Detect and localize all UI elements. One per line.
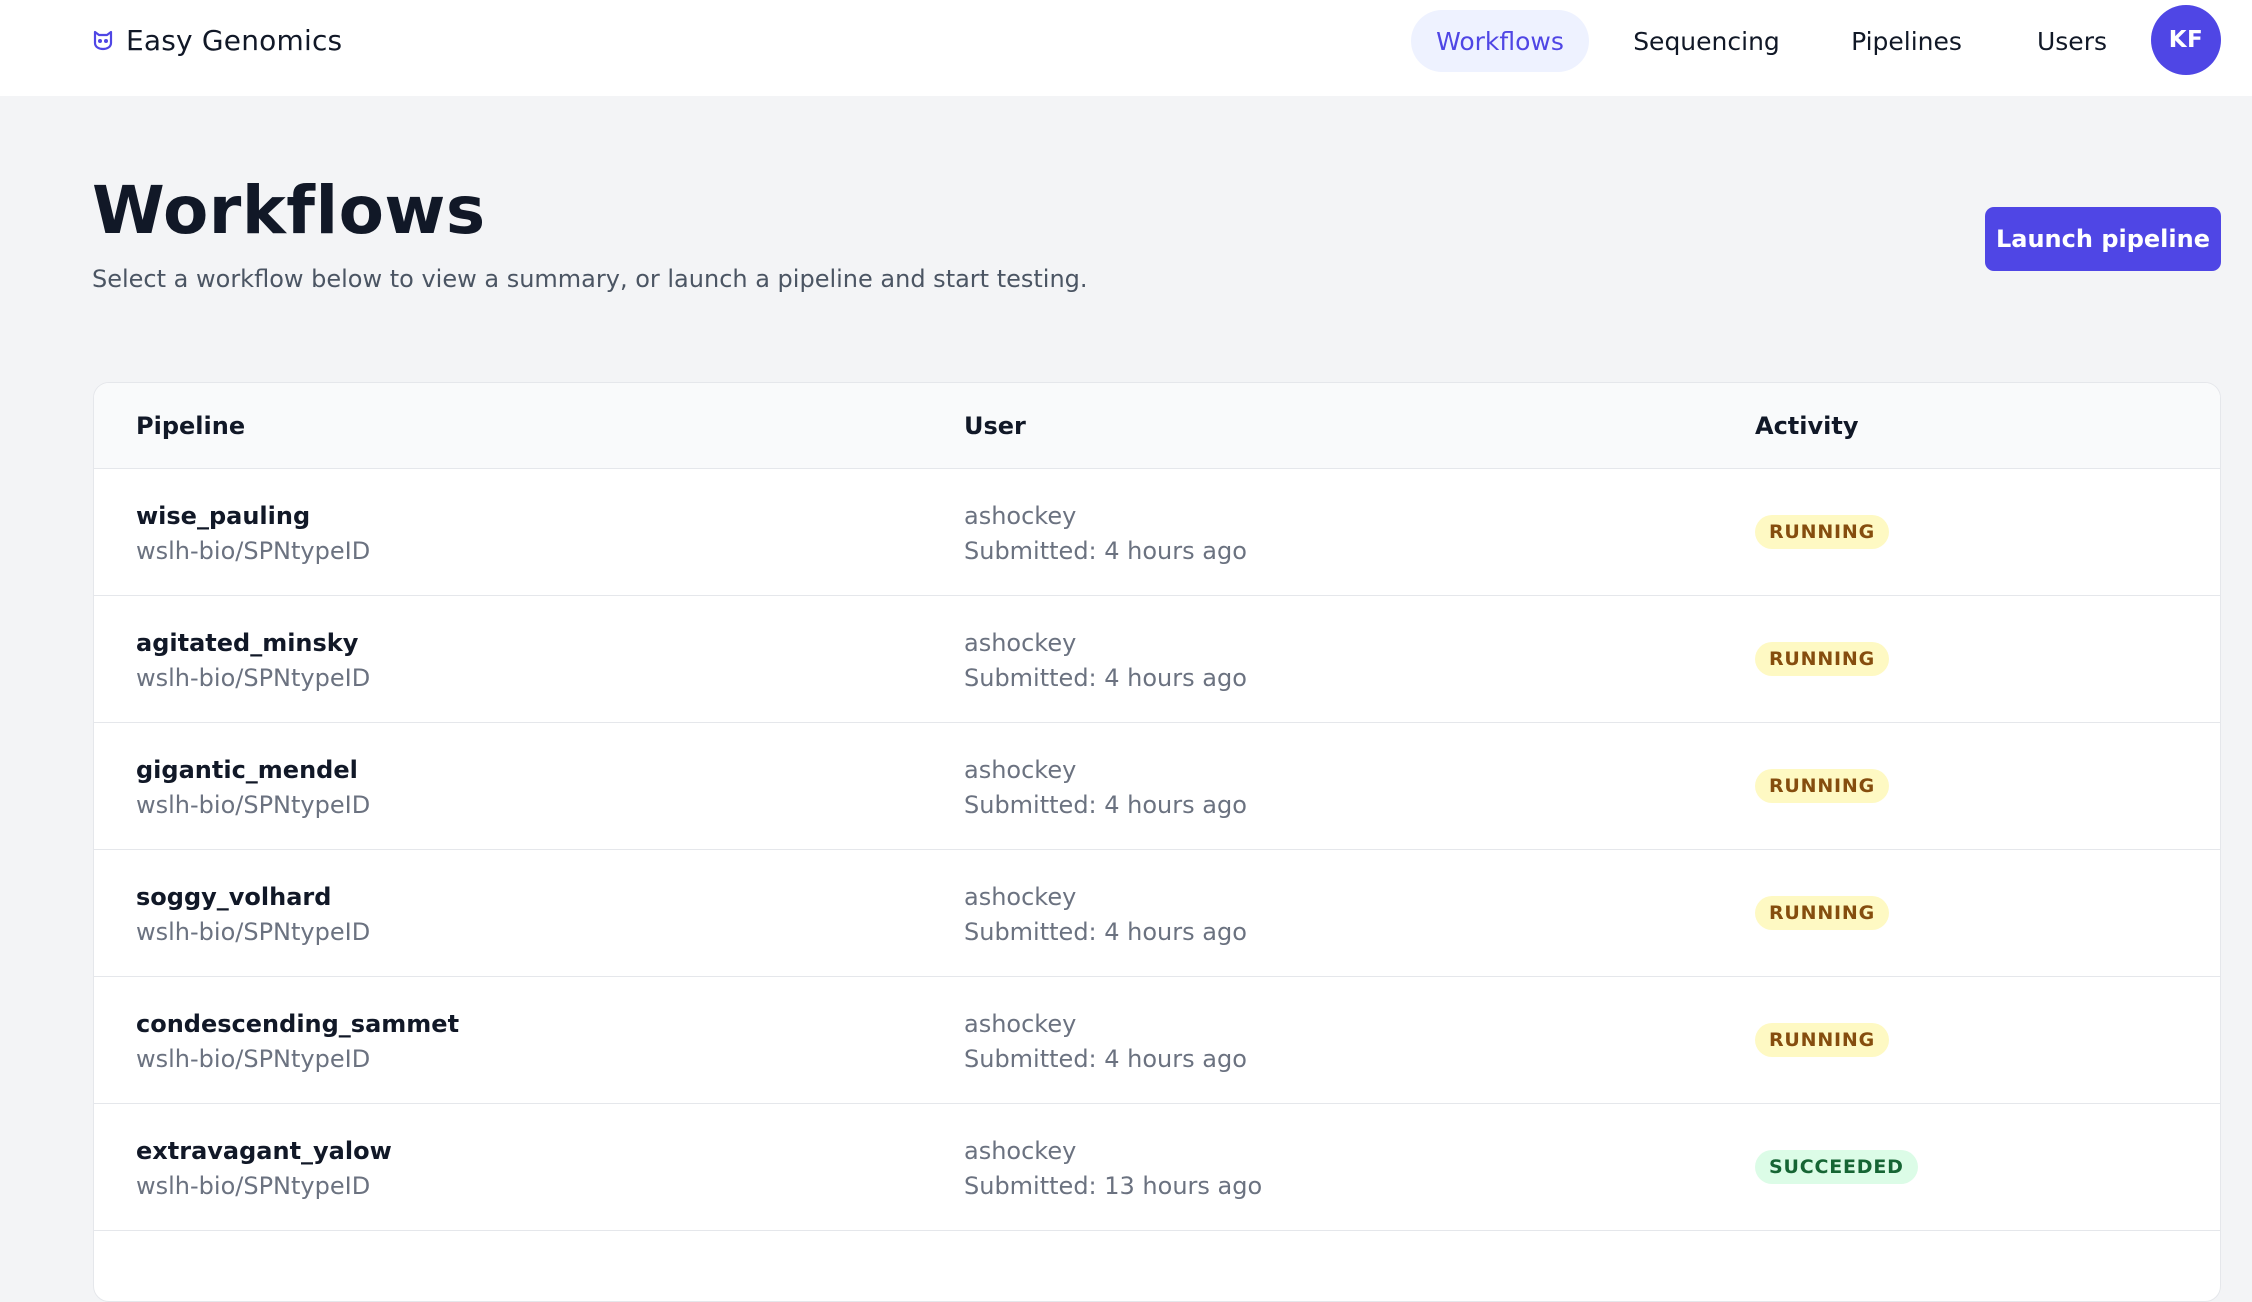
table-row[interactable]: condescending_sammet wslh-bio/SPNtypeID …	[94, 977, 2220, 1104]
pipeline-cell: wise_pauling wslh-bio/SPNtypeID	[136, 499, 370, 569]
activity-cell: RUNNING	[1755, 769, 1890, 803]
pipeline-name: wslh-bio/SPNtypeID	[136, 1045, 371, 1073]
submitted-time: Submitted: 4 hours ago	[964, 664, 1247, 692]
run-name: soggy_volhard	[136, 883, 332, 911]
run-name: agitated_minsky	[136, 629, 359, 657]
pipeline-cell: soggy_volhard wslh-bio/SPNtypeID	[136, 880, 370, 950]
status-badge: RUNNING	[1755, 896, 1890, 930]
user-name: ashockey	[964, 502, 1077, 530]
main-nav: Workflows Sequencing Pipelines Users	[1411, 10, 2155, 72]
workflows-table: Pipeline User Activity wise_pauling wslh…	[93, 382, 2221, 1302]
user-name: ashockey	[964, 756, 1077, 784]
run-name: extravagant_yalow	[136, 1137, 392, 1165]
user-name: ashockey	[964, 883, 1077, 911]
submitted-time: Submitted: 13 hours ago	[964, 1172, 1263, 1200]
user-avatar[interactable]: KF	[2151, 5, 2221, 75]
status-badge: RUNNING	[1755, 769, 1890, 803]
pipeline-name: wslh-bio/SPNtypeID	[136, 664, 371, 692]
table-row[interactable]: gigantic_mendel wslh-bio/SPNtypeID ashoc…	[94, 723, 2220, 850]
nav-item-users[interactable]: Users	[1989, 10, 2155, 72]
user-cell: ashockey Submitted: 4 hours ago	[964, 753, 1247, 823]
pipeline-cell: agitated_minsky wslh-bio/SPNtypeID	[136, 626, 370, 696]
run-name: wise_pauling	[136, 502, 311, 530]
owl-icon	[92, 29, 114, 51]
table-row[interactable]: soggy_volhard wslh-bio/SPNtypeID ashocke…	[94, 850, 2220, 977]
brand-name: Easy Genomics	[126, 23, 343, 57]
page-title: Workflows	[92, 172, 486, 249]
user-cell: ashockey Submitted: 4 hours ago	[964, 880, 1247, 950]
pipeline-cell: gigantic_mendel wslh-bio/SPNtypeID	[136, 753, 370, 823]
activity-cell: RUNNING	[1755, 896, 1890, 930]
pipeline-name: wslh-bio/SPNtypeID	[136, 791, 371, 819]
pipeline-cell: extravagant_yalow wslh-bio/SPNtypeID	[136, 1134, 392, 1204]
page-subtitle: Select a workflow below to view a summar…	[92, 265, 1088, 293]
column-header-user: User	[964, 412, 1026, 440]
status-badge: SUCCEEDED	[1755, 1150, 1918, 1184]
activity-cell: RUNNING	[1755, 1023, 1890, 1057]
activity-cell: SUCCEEDED	[1755, 1150, 1918, 1184]
submitted-time: Submitted: 4 hours ago	[964, 1045, 1247, 1073]
brand-logo[interactable]: Easy Genomics	[92, 0, 342, 80]
user-name: ashockey	[964, 1137, 1077, 1165]
activity-cell: RUNNING	[1755, 515, 1890, 549]
nav-item-sequencing[interactable]: Sequencing	[1589, 10, 1824, 72]
column-header-activity: Activity	[1755, 412, 1859, 440]
pipeline-name: wslh-bio/SPNtypeID	[136, 537, 371, 565]
activity-cell: RUNNING	[1755, 642, 1890, 676]
table-row[interactable]: wise_pauling wslh-bio/SPNtypeID ashockey…	[94, 469, 2220, 596]
status-badge: RUNNING	[1755, 642, 1890, 676]
user-cell: ashockey Submitted: 4 hours ago	[964, 626, 1247, 696]
submitted-time: Submitted: 4 hours ago	[964, 918, 1247, 946]
pipeline-name: wslh-bio/SPNtypeID	[136, 918, 371, 946]
table-row[interactable]: agitated_minsky wslh-bio/SPNtypeID ashoc…	[94, 596, 2220, 723]
run-name: condescending_sammet	[136, 1010, 460, 1038]
status-badge: RUNNING	[1755, 515, 1890, 549]
submitted-time: Submitted: 4 hours ago	[964, 537, 1247, 565]
launch-pipeline-button[interactable]: Launch pipeline	[1985, 207, 2221, 271]
top-nav-bar: Easy Genomics Workflows Sequencing Pipel…	[0, 0, 2252, 96]
run-name: gigantic_mendel	[136, 756, 358, 784]
submitted-time: Submitted: 4 hours ago	[964, 791, 1247, 819]
nav-item-pipelines[interactable]: Pipelines	[1824, 10, 1989, 72]
nav-item-workflows[interactable]: Workflows	[1411, 10, 1589, 72]
user-name: ashockey	[964, 629, 1077, 657]
column-header-pipeline: Pipeline	[136, 412, 246, 440]
status-badge: RUNNING	[1755, 1023, 1890, 1057]
user-cell: ashockey Submitted: 4 hours ago	[964, 1007, 1247, 1077]
table-row[interactable]: extravagant_yalow wslh-bio/SPNtypeID ash…	[94, 1104, 2220, 1231]
user-name: ashockey	[964, 1010, 1077, 1038]
table-header: Pipeline User Activity	[94, 383, 2220, 469]
user-cell: ashockey Submitted: 4 hours ago	[964, 499, 1247, 569]
pipeline-cell: condescending_sammet wslh-bio/SPNtypeID	[136, 1007, 459, 1077]
pipeline-name: wslh-bio/SPNtypeID	[136, 1172, 371, 1200]
user-cell: ashockey Submitted: 13 hours ago	[964, 1134, 1262, 1204]
